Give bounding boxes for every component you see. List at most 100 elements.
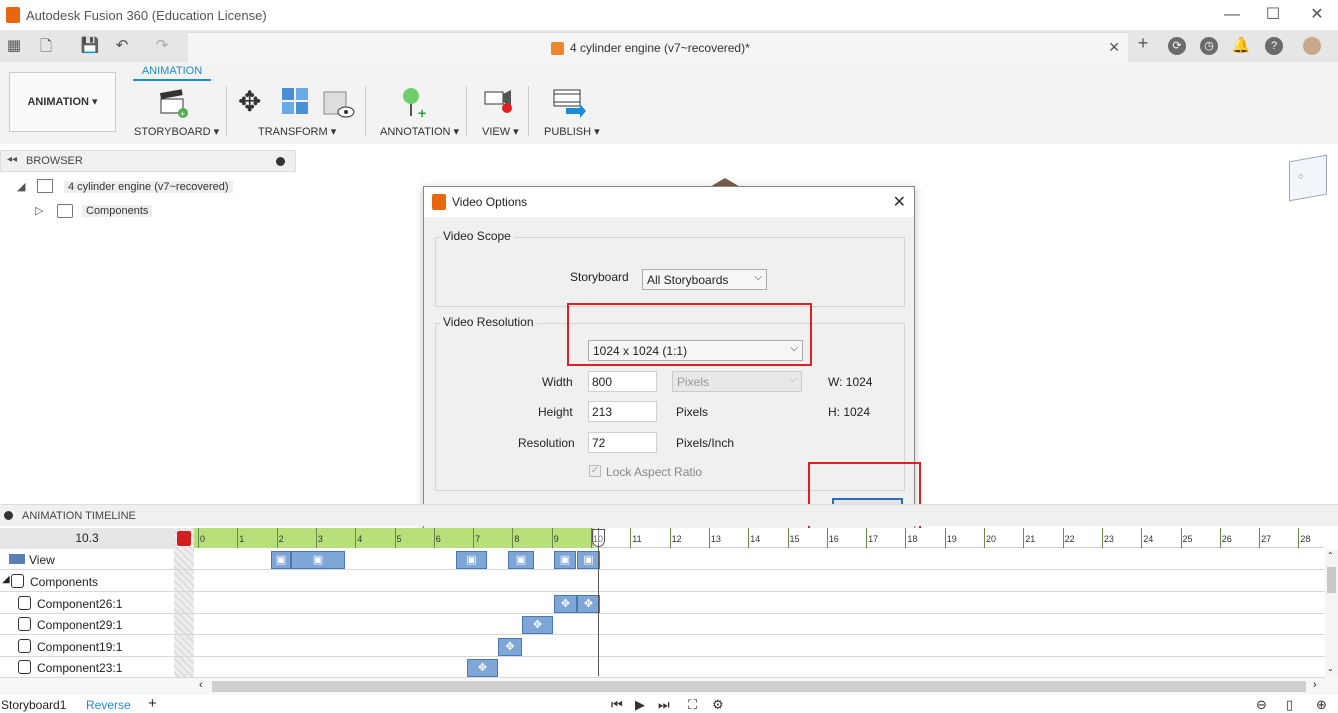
ruler-tick (551, 528, 553, 548)
browser-panel-header[interactable]: ◂◂ BROWSER (0, 150, 296, 172)
add-storyboard-button[interactable]: + (148, 695, 157, 712)
document-tab[interactable]: 4 cylinder engine (v7~recovered)* ✕ (188, 32, 1128, 62)
move-action-block[interactable]: ✥ (554, 595, 577, 613)
tree-root-row[interactable]: ◢ 4 cylinder engine (v7~recovered) (17, 179, 233, 193)
move-action-block[interactable]: ✥ (577, 595, 600, 613)
move-action-block[interactable]: ✥ (522, 616, 553, 634)
playhead-handle[interactable] (592, 529, 605, 547)
camera-action-block[interactable]: ▣ (508, 551, 534, 569)
zoom-in-icon[interactable]: ⊕ (1316, 697, 1327, 713)
timeline-row-component26[interactable]: Component26:1 (0, 593, 1325, 614)
timeline-row-component23[interactable]: Component23:1 (0, 657, 1325, 678)
view-menu[interactable]: VIEW ▾ (482, 125, 519, 138)
fit-timeline-icon[interactable]: ⛶ (688, 697, 697, 713)
play-icon[interactable]: ▶ (635, 697, 645, 713)
scroll-right-icon[interactable]: › (1313, 679, 1317, 691)
explode-icon[interactable] (280, 86, 312, 118)
scroll-left-icon[interactable]: ‹ (199, 679, 203, 691)
job-status-icon[interactable]: ⟳ (1168, 37, 1186, 55)
history-icon[interactable]: ◷ (1200, 37, 1218, 55)
camera-action-block[interactable]: ▣ (456, 551, 487, 569)
expand-triangle-icon[interactable]: ▷ (35, 205, 43, 217)
new-tab-icon[interactable]: + (1133, 33, 1153, 54)
redo-icon[interactable]: ↷ (152, 36, 172, 54)
move-action-block[interactable]: ✥ (467, 659, 498, 677)
file-menu-icon[interactable]: 🗋 (36, 36, 56, 61)
timeline-row-view[interactable]: View (0, 549, 1325, 570)
go-to-end-icon[interactable]: ⏭ (658, 697, 670, 713)
transform-menu[interactable]: TRANSFORM ▾ (258, 125, 336, 138)
maximize-button[interactable]: ☐ (1263, 5, 1283, 25)
playback-settings-icon[interactable]: ⚙ (712, 697, 724, 713)
help-icon[interactable]: ? (1265, 37, 1283, 55)
reverse-link[interactable]: Reverse (86, 698, 131, 712)
viewcube[interactable]: ◇ (1289, 154, 1327, 202)
app-grid-icon[interactable]: ▦ (4, 36, 24, 54)
component-icon (18, 660, 31, 674)
row-label: Component29:1 (37, 618, 123, 632)
expand-triangle-icon[interactable]: ◢ (2, 574, 10, 585)
storyboard-tab[interactable]: Storyboard1 (1, 698, 66, 712)
scroll-up-icon[interactable]: ⌃ (1327, 551, 1334, 560)
user-avatar[interactable] (1303, 37, 1321, 55)
new-storyboard-icon[interactable]: + (159, 89, 188, 119)
lock-aspect-checkbox[interactable]: ✓ (589, 465, 601, 477)
dialog-close-icon[interactable]: ✕ (893, 192, 906, 212)
ruler-tick (905, 528, 907, 548)
scrollbar-thumb[interactable] (1327, 567, 1336, 593)
annotation-menu[interactable]: ANNOTATION ▾ (380, 125, 459, 138)
scrollbar-thumb[interactable] (212, 681, 1306, 692)
close-window-button[interactable]: ✕ (1307, 5, 1327, 25)
close-tab-icon[interactable]: ✕ (1108, 39, 1120, 56)
callout-icon[interactable]: + (400, 86, 432, 121)
width-field[interactable]: 800 (588, 371, 657, 392)
camera-action-block[interactable]: ▣ (271, 551, 291, 569)
expand-triangle-icon[interactable]: ◢ (17, 181, 25, 193)
timeline-row-component19[interactable]: Component19:1 (0, 636, 1325, 657)
move-action-block[interactable]: ✥ (498, 638, 522, 656)
zoom-out-icon[interactable]: ⊖ (1256, 697, 1267, 713)
zoom-slider-icon[interactable]: ▯ (1286, 697, 1293, 713)
resolution-field[interactable]: 72 (588, 432, 657, 453)
panel-pin-icon[interactable] (276, 157, 285, 166)
tab-animation[interactable]: ANIMATION (133, 65, 211, 81)
video-options-dialog: Video Options ✕ Video Scope Storyboard A… (423, 186, 921, 531)
ruler-tick-label: 2 (278, 534, 284, 544)
current-time-display[interactable]: 10.3 (0, 528, 174, 549)
record-view-icon[interactable] (483, 88, 517, 118)
camera-action-block[interactable]: ▣ (577, 551, 600, 569)
publish-menu[interactable]: PUBLISH ▾ (544, 125, 600, 138)
tree-components-row[interactable]: ▷ Components (35, 204, 153, 218)
unit-select[interactable]: Pixels ⌵ (672, 371, 802, 392)
tab-bar: ▦ 🗋 💾 ↶ ↷ 4 cylinder engine (v7~recovere… (0, 30, 1338, 62)
timeline-row-component29[interactable]: Component29:1 (0, 614, 1325, 635)
visibility-icon[interactable] (322, 86, 356, 120)
timeline-ruler[interactable]: 0123456789101112131415161718192021222324… (194, 528, 1324, 548)
timeline-vertical-scrollbar[interactable]: ⌃ ⌄ (1325, 549, 1338, 678)
ruler-tick (1180, 528, 1182, 548)
publish-video-icon[interactable] (552, 86, 586, 118)
ruler-tick (748, 528, 750, 548)
timeline-row-components[interactable]: ◢ Components (0, 571, 1325, 592)
storyboard-menu[interactable]: STORYBOARD ▾ (134, 125, 219, 138)
camera-action-block[interactable]: ▣ (554, 551, 576, 569)
camera-action-block[interactable]: ▣ (291, 551, 345, 569)
timeline-horizontal-scrollbar[interactable]: ‹ › (0, 678, 1338, 695)
undo-icon[interactable]: ↶ (112, 36, 132, 54)
storyboard-start-icon[interactable] (177, 531, 191, 546)
storyboard-select[interactable]: All Storyboards ⌵ (642, 269, 767, 290)
workspace-switcher[interactable]: ANIMATION ▾ (9, 72, 116, 132)
height-unit: Pixels (676, 405, 709, 419)
collapse-panel-icon[interactable]: ◂◂ (7, 154, 17, 165)
move-icon[interactable]: ✥ (238, 86, 270, 118)
panel-pin-icon[interactable] (4, 511, 13, 520)
scroll-down-icon[interactable]: ⌄ (1327, 664, 1334, 673)
assembly-icon (37, 179, 53, 193)
timeline-header[interactable]: ANIMATION TIMELINE (0, 504, 1338, 526)
go-to-start-icon[interactable]: ⏮ (611, 697, 623, 713)
save-icon[interactable]: 💾 (80, 36, 100, 54)
notifications-icon[interactable]: 🔔 (1231, 36, 1251, 54)
height-field[interactable]: 213 (588, 401, 657, 422)
minimize-button[interactable]: — (1222, 5, 1242, 25)
document-name: 4 cylinder engine (v7~recovered)* (570, 41, 750, 55)
